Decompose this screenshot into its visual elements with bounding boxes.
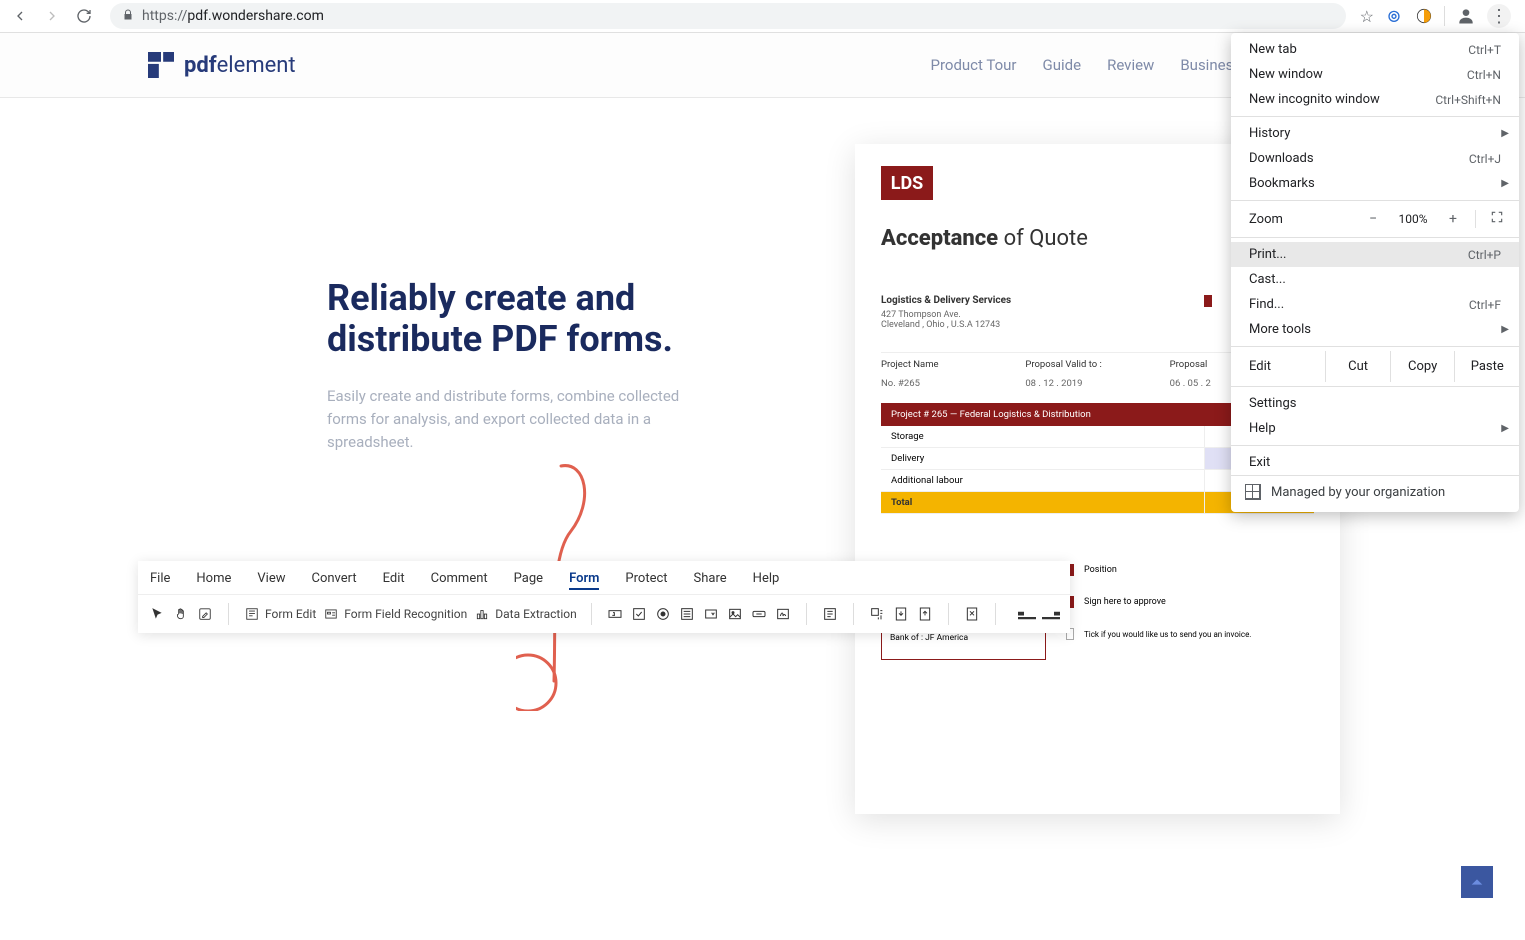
profile-avatar-icon[interactable] xyxy=(1455,5,1477,27)
hero-section: Reliably create and distribute PDF forms… xyxy=(327,278,687,455)
edit-tool-icon[interactable] xyxy=(196,605,214,623)
menu-item-cast[interactable]: Cast... xyxy=(1231,267,1519,292)
tab-home[interactable]: Home xyxy=(196,569,231,590)
button-tool-icon[interactable] xyxy=(750,605,768,623)
menu-cut[interactable]: Cut xyxy=(1325,351,1390,382)
data-extraction-button[interactable]: Data Extraction xyxy=(473,605,577,623)
address-bar[interactable]: https://pdf.wondershare.com xyxy=(110,3,1346,29)
menu-edit-row: Edit Cut Copy Paste xyxy=(1231,351,1519,382)
menu-item-more-tools[interactable]: More tools▶ xyxy=(1231,317,1519,342)
tab-comment[interactable]: Comment xyxy=(431,569,488,590)
nav-product-tour[interactable]: Product Tour xyxy=(931,56,1017,74)
back-button[interactable] xyxy=(8,4,32,28)
site-logo[interactable]: pdfelement xyxy=(148,52,296,78)
align-right-icon[interactable] xyxy=(1042,605,1060,623)
scroll-to-top-button[interactable] xyxy=(1461,866,1493,898)
app-ribbon: File Home View Convert Edit Comment Page… xyxy=(138,561,1070,633)
document-logo: LDS xyxy=(881,166,933,200)
export-data-icon[interactable] xyxy=(916,605,934,623)
form-properties-icon[interactable] xyxy=(821,605,839,623)
tab-help[interactable]: Help xyxy=(753,569,780,590)
menu-zoom: Zoom − 100% + xyxy=(1231,205,1519,233)
menu-edit[interactable]: Edit xyxy=(1231,351,1325,382)
menu-item-find[interactable]: Find...Ctrl+F xyxy=(1231,292,1519,317)
textfield-tool-icon[interactable] xyxy=(606,605,624,623)
chrome-overflow-menu: New tabCtrl+TNew windowCtrl+NNew incogni… xyxy=(1231,33,1519,512)
nav-guide[interactable]: Guide xyxy=(1043,56,1082,74)
form-field-recognition-icon xyxy=(322,605,340,623)
menu-item-print[interactable]: Print...Ctrl+P xyxy=(1231,242,1519,267)
hand-tool-icon[interactable] xyxy=(172,605,190,623)
zoom-in-button[interactable]: + xyxy=(1437,211,1469,227)
signature-tool-icon[interactable] xyxy=(774,605,792,623)
menu-item-settings[interactable]: Settings xyxy=(1231,391,1519,416)
menu-item-help[interactable]: Help▶ xyxy=(1231,416,1519,441)
tab-protect[interactable]: Protect xyxy=(625,569,667,590)
bookmark-star-icon[interactable]: ☆ xyxy=(1360,7,1374,26)
form-edit-icon xyxy=(243,605,261,623)
lock-icon xyxy=(122,9,134,24)
hero-body: Easily create and distribute forms, comb… xyxy=(327,385,687,455)
data-extraction-icon xyxy=(473,605,491,623)
tab-form[interactable]: Form xyxy=(569,569,599,590)
zoom-value: 100% xyxy=(1389,212,1437,226)
ribbon-toolbar: Form Edit Form Field Recognition Data Ex… xyxy=(138,594,1070,633)
form-edit-button[interactable]: Form Edit xyxy=(243,605,316,623)
menu-item-history[interactable]: History▶ xyxy=(1231,121,1519,146)
extension-icon-1[interactable]: ◎ xyxy=(1384,6,1404,26)
fullscreen-button[interactable] xyxy=(1475,210,1509,228)
tab-file[interactable]: File xyxy=(150,569,170,590)
ribbon-tabs: File Home View Convert Edit Comment Page… xyxy=(138,561,1070,594)
logo-icon xyxy=(148,52,174,78)
import-data-icon[interactable] xyxy=(892,605,910,623)
menu-exit[interactable]: Exit xyxy=(1231,450,1519,475)
clear-form-icon[interactable] xyxy=(963,605,981,623)
chrome-menu-button[interactable]: ⋮ xyxy=(1487,4,1511,28)
zoom-out-button[interactable]: − xyxy=(1357,211,1389,227)
tab-edit[interactable]: Edit xyxy=(383,569,405,590)
menu-item-bookmarks[interactable]: Bookmarks▶ xyxy=(1231,171,1519,196)
more-fields-icon[interactable] xyxy=(868,605,886,623)
reload-button[interactable] xyxy=(72,4,96,28)
zoom-label: Zoom xyxy=(1249,212,1357,227)
combobox-tool-icon[interactable] xyxy=(702,605,720,623)
form-field-recognition-button[interactable]: Form Field Recognition xyxy=(322,605,467,623)
image-field-tool-icon[interactable] xyxy=(726,605,744,623)
radio-tool-icon[interactable] xyxy=(654,605,672,623)
listbox-tool-icon[interactable] xyxy=(678,605,696,623)
select-tool-icon[interactable] xyxy=(148,605,166,623)
menu-item-new-incognito-window[interactable]: New incognito windowCtrl+Shift+N xyxy=(1231,87,1519,112)
nav-review[interactable]: Review xyxy=(1107,56,1154,74)
company-info: Logistics & Delivery Services 427 Thomps… xyxy=(881,295,1011,330)
url-text: https://pdf.wondershare.com xyxy=(142,8,324,24)
forward-button[interactable] xyxy=(40,4,64,28)
extension-area: ☆ ◎ ⋮ xyxy=(1360,4,1517,28)
menu-paste[interactable]: Paste xyxy=(1454,351,1519,382)
tab-convert[interactable]: Convert xyxy=(312,569,357,590)
signature-column: Position Sign here to approve Tick if yo… xyxy=(1056,564,1314,660)
logo-text: pdfelement xyxy=(184,53,296,78)
tab-page[interactable]: Page xyxy=(514,569,543,590)
tab-share[interactable]: Share xyxy=(694,569,727,590)
menu-item-new-tab[interactable]: New tabCtrl+T xyxy=(1231,37,1519,62)
align-left-icon[interactable] xyxy=(1018,605,1036,623)
browser-toolbar: https://pdf.wondershare.com ☆ ◎ ⋮ xyxy=(0,0,1525,33)
hero-title: Reliably create and distribute PDF forms… xyxy=(327,278,687,361)
tab-view[interactable]: View xyxy=(257,569,285,590)
menu-item-new-window[interactable]: New windowCtrl+N xyxy=(1231,62,1519,87)
extension-icon-2[interactable] xyxy=(1414,6,1434,26)
menu-managed[interactable]: Managed by your organization xyxy=(1231,475,1519,508)
organization-icon xyxy=(1245,484,1261,500)
menu-item-downloads[interactable]: DownloadsCtrl+J xyxy=(1231,146,1519,171)
checkbox-tool-icon[interactable] xyxy=(630,605,648,623)
menu-copy[interactable]: Copy xyxy=(1390,351,1455,382)
